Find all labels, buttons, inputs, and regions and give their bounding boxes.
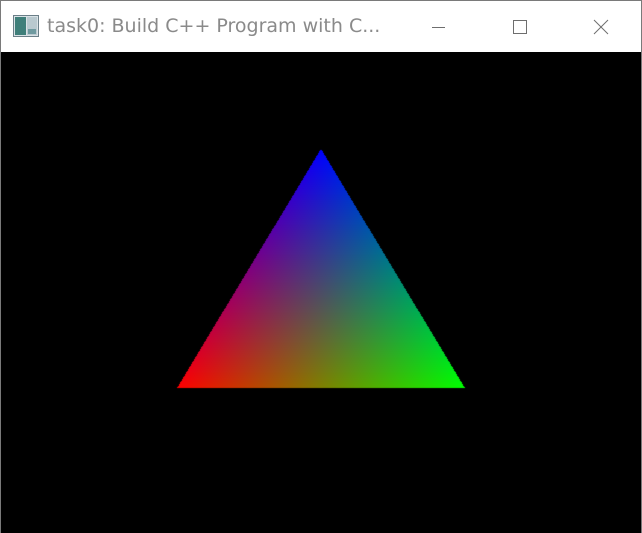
app-window-icon[interactable] [13,15,39,37]
close-icon [593,19,609,35]
rgb-triangle [1,52,641,533]
title-bar[interactable]: task0: Build C++ Program with C... [1,1,641,52]
close-button[interactable] [560,1,641,52]
minimize-icon [432,27,445,28]
window-title: task0: Build C++ Program with C... [47,15,381,37]
render-viewport[interactable] [1,52,641,533]
minimize-button[interactable] [397,1,479,52]
maximize-icon [513,20,527,34]
maximize-button[interactable] [479,1,561,52]
app-window: task0: Build C++ Program with C... [0,0,642,533]
